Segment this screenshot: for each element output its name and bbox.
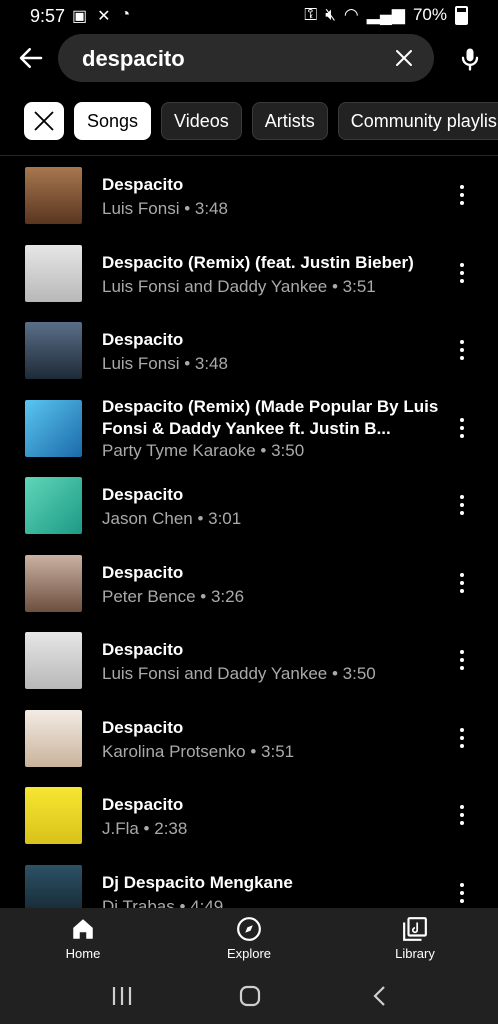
song-subtitle: Luis Fonsi and Daddy Yankee • 3:51: [102, 276, 376, 296]
song-subtitle: Party Tyme Karaoke • 3:50: [102, 440, 305, 460]
list-item[interactable]: Despacito Luis Fonsi and Daddy Yankee • …: [0, 630, 498, 708]
more-options-icon[interactable]: [456, 185, 468, 205]
search-bar: despacito: [0, 34, 498, 84]
album-art: [25, 632, 82, 689]
signal-icon: ▂▄▆: [366, 5, 405, 24]
song-title: Despacito: [102, 330, 184, 349]
notification-icons: ▣ ✕ ◔: [72, 6, 130, 26]
recent-apps-icon[interactable]: [110, 984, 134, 1008]
home-button-icon[interactable]: [238, 984, 262, 1008]
more-options-icon[interactable]: [456, 572, 468, 593]
clear-search-icon[interactable]: [392, 46, 416, 70]
song-subtitle: Karolina Protsenko • 3:51: [102, 741, 295, 761]
list-item[interactable]: Despacito (Remix) (Made Popular By Luis …: [0, 396, 498, 476]
chip-community-playlists[interactable]: Community playlis: [337, 102, 498, 140]
song-title: Despacito: [102, 717, 184, 737]
song-title: Despacito: [102, 175, 184, 194]
album-art: [25, 167, 82, 224]
song-subtitle: Dj Trabas • 4:49: [102, 896, 224, 909]
list-item[interactable]: Despacito Karolina Protsenko • 3:51: [0, 708, 498, 786]
album-art: [25, 244, 82, 302]
more-options-icon[interactable]: [456, 340, 468, 360]
app-icon: ◔: [120, 6, 131, 23]
nav-library[interactable]: Library: [355, 916, 475, 961]
notification-icon: ✕: [97, 8, 111, 25]
nav-explore[interactable]: Explore: [189, 916, 309, 961]
more-options-icon[interactable]: [456, 882, 468, 903]
battery-icon: [455, 5, 468, 25]
song-title: Despacito (Remix) (Made Popular By Luis …: [102, 396, 439, 438]
microphone-icon[interactable]: [456, 44, 484, 74]
compass-icon: [237, 917, 261, 941]
song-subtitle: Luis Fonsi and Daddy Yankee • 3:50: [102, 664, 376, 683]
album-art: [25, 787, 82, 844]
gallery-icon: ▣: [72, 8, 88, 25]
album-art: [25, 477, 82, 534]
search-query[interactable]: despacito: [82, 46, 185, 72]
nav-home-label: Home: [65, 946, 101, 961]
more-options-icon[interactable]: [456, 417, 468, 438]
status-time: 9:57: [30, 6, 66, 26]
song-subtitle: J.Fla • 2:38: [102, 819, 188, 838]
song-title: Despacito: [102, 795, 184, 814]
more-options-icon[interactable]: [456, 727, 468, 748]
song-subtitle: Luis Fonsi • 3:48: [102, 354, 228, 373]
nav-home[interactable]: Home: [23, 916, 143, 961]
list-item[interactable]: Despacito Jason Chen • 3:01: [0, 475, 498, 553]
chip-videos[interactable]: Videos: [161, 102, 242, 140]
song-title: Despacito: [102, 485, 184, 504]
song-title: Despacito: [102, 640, 184, 659]
results-list: Despacito Luis Fonsi • 3:48 Despacito (R…: [0, 165, 498, 908]
more-options-icon[interactable]: [456, 650, 468, 670]
battery-level: 70%: [412, 5, 447, 24]
more-options-icon[interactable]: [456, 262, 468, 283]
list-item[interactable]: Despacito Luis Fonsi • 3:48: [0, 320, 498, 398]
back-arrow-icon[interactable]: [16, 43, 46, 73]
song-title: Despacito: [102, 562, 184, 582]
list-item[interactable]: Despacito J.Fla • 2:38: [0, 785, 498, 863]
list-item[interactable]: Despacito Peter Bence • 3:26: [0, 553, 498, 631]
chip-songs[interactable]: Songs: [74, 102, 152, 140]
bottom-navigation: Home Explore Library: [0, 908, 498, 970]
more-options-icon[interactable]: [456, 805, 468, 825]
song-subtitle: Luis Fonsi • 3:48: [102, 199, 228, 218]
more-options-icon[interactable]: [456, 495, 468, 515]
wifi-icon: ◠: [343, 5, 359, 24]
system-navigation: [0, 970, 498, 1024]
mute-icon: 🔇︎: [325, 5, 336, 24]
library-icon: [403, 917, 427, 941]
album-art: [25, 709, 82, 767]
song-title: Dj Despacito Mengkane: [102, 872, 293, 892]
album-art: [25, 864, 82, 908]
divider: [0, 155, 498, 156]
search-input[interactable]: despacito: [58, 34, 434, 82]
album-art: [25, 554, 82, 612]
close-icon: [34, 111, 54, 131]
clear-filter-button[interactable]: [24, 102, 64, 140]
nav-explore-label: Explore: [226, 946, 272, 961]
chip-artists[interactable]: Artists: [251, 102, 328, 140]
filter-chips: Songs Videos Artists Community playlis: [24, 102, 498, 142]
song-title: Despacito (Remix) (feat. Justin Bieber): [102, 252, 414, 272]
status-bar: 9:57 ▣ ✕ ◔ ⚿ 🔇︎ ◠ ▂▄▆ 70%: [0, 0, 498, 30]
album-art: [25, 322, 82, 379]
key-icon: ⚿: [304, 5, 318, 24]
system-icons: ⚿ 🔇︎ ◠ ▂▄▆ 70%: [304, 5, 468, 25]
album-art: [25, 399, 82, 457]
song-subtitle: Jason Chen • 3:01: [102, 509, 242, 528]
back-button-icon[interactable]: [368, 984, 392, 1008]
song-subtitle: Peter Bence • 3:26: [102, 586, 245, 606]
list-item[interactable]: Despacito (Remix) (feat. Justin Bieber) …: [0, 243, 498, 321]
list-item[interactable]: Despacito Luis Fonsi • 3:48: [0, 165, 498, 243]
list-item[interactable]: Dj Despacito Mengkane Dj Trabas • 4:49: [0, 863, 498, 909]
nav-library-label: Library: [395, 946, 435, 961]
home-icon: [73, 919, 93, 939]
